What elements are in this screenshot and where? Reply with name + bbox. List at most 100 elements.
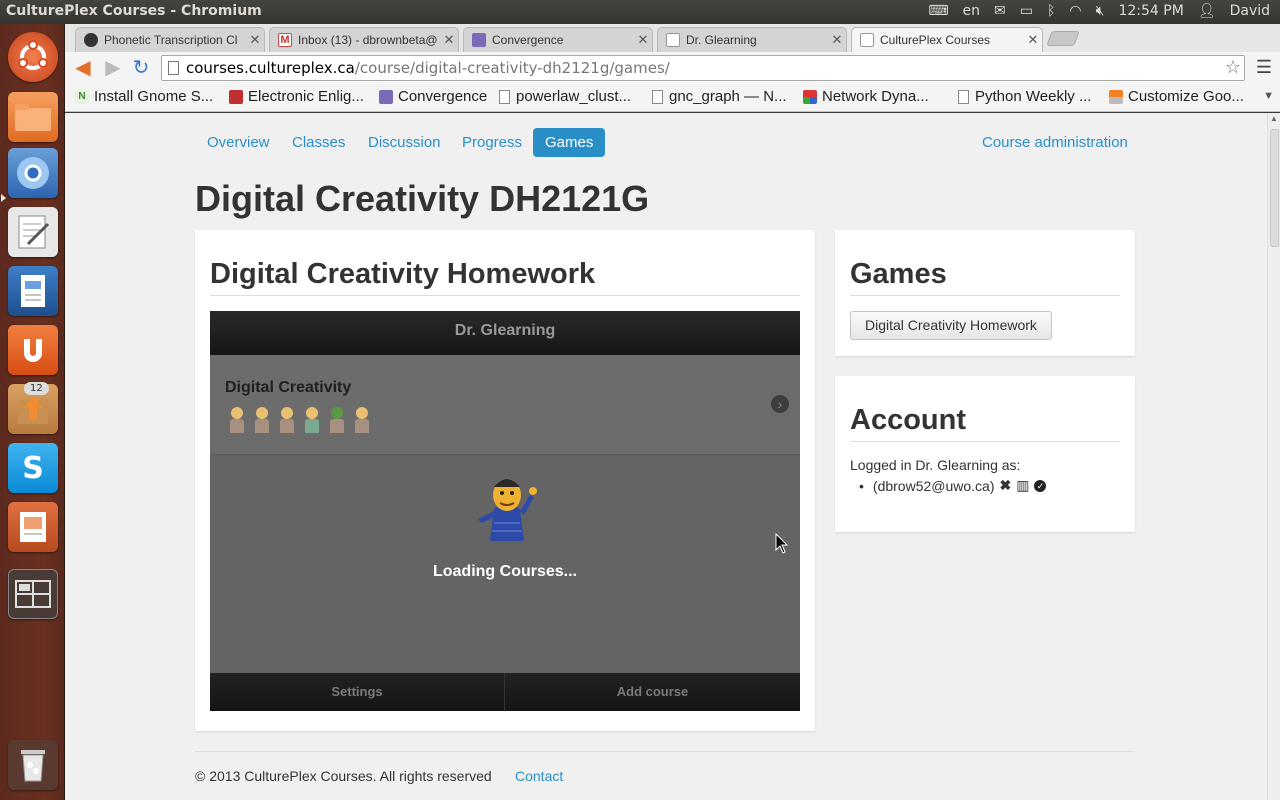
- doc-icon: [499, 89, 510, 104]
- github-icon: [84, 33, 98, 47]
- close-icon[interactable]: ✕: [440, 32, 458, 48]
- account-email: (dbrow52@uwo.ca): [872, 477, 995, 494]
- panel-heading: Account: [850, 404, 966, 436]
- ubuntu-dash-icon[interactable]: [8, 32, 58, 82]
- close-icon[interactable]: ✕: [1024, 32, 1042, 48]
- avatar: [252, 407, 272, 433]
- tab-discussion[interactable]: Discussion: [356, 128, 453, 157]
- tab-convergence[interactable]: Convergence ✕: [463, 27, 653, 52]
- user-icon[interactable]: 👤︎: [1198, 3, 1216, 19]
- bookmark-label: Convergence: [398, 88, 488, 105]
- bookmark-label: Install Gnome S...: [94, 88, 214, 105]
- scroll-thumb[interactable]: [1270, 129, 1279, 247]
- wifi-icon[interactable]: ◠: [1069, 3, 1081, 19]
- keyboard-icon[interactable]: ⌨: [928, 3, 948, 19]
- mail-icon[interactable]: ✉: [994, 3, 1006, 19]
- mascot-icon: [478, 479, 537, 541]
- game-footer: Settings Add course: [210, 673, 800, 711]
- reload-icon[interactable]: ↻: [129, 56, 153, 80]
- impress-icon[interactable]: [8, 502, 58, 552]
- bookmark-star-icon[interactable]: ☆: [1225, 56, 1241, 80]
- top-panel: CulturePlex Courses - Chromium ⌨ en ✉ ▭ …: [0, 0, 1280, 24]
- chevron-right-icon[interactable]: ›: [771, 395, 789, 413]
- add-course-button[interactable]: Add course: [505, 673, 800, 711]
- remove-icon[interactable]: ✖: [1000, 477, 1012, 494]
- back-arrow-icon[interactable]: ◀: [71, 56, 95, 80]
- skype-icon[interactable]: S: [8, 443, 58, 493]
- page-content: Overview Classes Discussion Progress Gam…: [65, 113, 1267, 800]
- workspace-switcher-icon[interactable]: [8, 569, 58, 619]
- address-bar[interactable]: courses.cultureplex.ca/course/digital-cr…: [161, 55, 1245, 81]
- chevron-down-icon[interactable]: ▼: [1263, 90, 1274, 102]
- tab-progress[interactable]: Progress: [450, 128, 534, 157]
- bookmark-item[interactable]: powerlaw_clust...: [499, 88, 631, 105]
- trash-icon[interactable]: [8, 740, 58, 790]
- tab-inbox[interactable]: M Inbox (13) - dbrownbeta@ ✕: [269, 27, 459, 52]
- divider: [210, 295, 800, 296]
- account-identity: • (dbrow52@uwo.ca) ✖ ▥ ✓: [859, 477, 1047, 494]
- user-name[interactable]: David: [1230, 3, 1270, 19]
- battery-icon[interactable]: ▭: [1020, 3, 1033, 19]
- close-icon[interactable]: ✕: [634, 32, 652, 48]
- text-editor-icon[interactable]: [8, 207, 58, 257]
- bookmark-item[interactable]: N Install Gnome S...: [75, 88, 213, 105]
- divider: [850, 295, 1120, 296]
- unity-launcher: 12 S: [0, 24, 65, 800]
- game-header: Dr. Glearning: [210, 311, 800, 355]
- new-tab-button[interactable]: [1046, 31, 1080, 46]
- forward-arrow-icon[interactable]: ▶: [101, 56, 125, 80]
- bookmark-item[interactable]: gnc_graph — N...: [652, 88, 787, 105]
- bookmark-label: Electronic Enlig...: [248, 88, 364, 105]
- writer-icon[interactable]: [8, 266, 58, 316]
- tab-phonetic[interactable]: Phonetic Transcription Cl ✕: [75, 27, 265, 52]
- settings-button[interactable]: Settings: [210, 673, 505, 711]
- url-host: courses.cultureplex.ca: [186, 59, 355, 77]
- bookmark-item[interactable]: Convergence: [379, 88, 487, 105]
- digital-creativity-homework-button[interactable]: Digital Creativity Homework: [850, 311, 1052, 340]
- scroll-up-icon[interactable]: ▲: [1270, 114, 1278, 123]
- ubuntu-software-center-icon[interactable]: [8, 325, 58, 375]
- course-row[interactable]: Digital Creativity ›: [210, 355, 800, 455]
- close-icon[interactable]: ✕: [828, 32, 846, 48]
- avatar: [277, 407, 297, 433]
- keyboard-layout[interactable]: en: [963, 3, 981, 19]
- mouse-cursor-icon: [775, 533, 789, 554]
- verified-icon[interactable]: ✓: [1034, 479, 1047, 492]
- bookmark-label: Customize Goo...: [1128, 88, 1244, 105]
- clock[interactable]: 12:54 PM: [1118, 3, 1183, 19]
- homework-panel: Digital Creativity Homework Dr. Glearnin…: [195, 230, 815, 731]
- game-embed[interactable]: Dr. Glearning Digital Creativity › Loadi…: [210, 311, 800, 711]
- network-icon: [803, 89, 817, 104]
- files-icon[interactable]: [8, 92, 58, 142]
- tab-games[interactable]: Games: [533, 128, 606, 157]
- doc-icon: [958, 89, 969, 104]
- contact-link[interactable]: Contact: [515, 768, 563, 784]
- course-administration-link[interactable]: Course administration: [982, 128, 1128, 157]
- menu-icon[interactable]: ☰: [1256, 57, 1272, 78]
- bookmark-label: gnc_graph — N...: [669, 88, 787, 105]
- convergence-icon: [379, 89, 393, 104]
- panel-heading: Games: [850, 258, 947, 290]
- convergence-icon: [472, 33, 486, 47]
- tab-cultureplex[interactable]: CulturePlex Courses ✕: [851, 27, 1043, 52]
- bookmark-item[interactable]: Electronic Enlig...: [229, 88, 364, 105]
- volume-muted-icon[interactable]: 🔇︎: [1096, 3, 1105, 19]
- page-title: Digital Creativity DH2121G: [195, 178, 650, 219]
- tab-label: Phonetic Transcription Cl: [104, 33, 238, 47]
- course-row-title: Digital Creativity: [225, 379, 352, 396]
- stackoverflow-icon: [1109, 89, 1123, 104]
- tab-classes[interactable]: Classes: [280, 128, 357, 157]
- tab-overview[interactable]: Overview: [195, 128, 282, 157]
- bluetooth-icon[interactable]: ᛒ: [1047, 3, 1055, 19]
- indicator-area: ⌨ en ✉ ▭ ᛒ ◠ 🔇︎ 12:54 PM 👤︎ David: [928, 3, 1270, 19]
- tab-dr-glearning[interactable]: Dr. Glearning ✕: [657, 27, 847, 52]
- bookmark-item[interactable]: Customize Goo...: [1109, 88, 1244, 105]
- graduate-avatar: [327, 407, 347, 433]
- bookmark-item[interactable]: Python Weekly ...: [958, 88, 1091, 105]
- close-icon[interactable]: ✕: [246, 32, 264, 48]
- bookmark-item[interactable]: Network Dyna...: [803, 88, 929, 105]
- barcode-icon[interactable]: ▥: [1016, 477, 1029, 494]
- scrollbar[interactable]: ▲: [1267, 113, 1280, 800]
- chromium-icon[interactable]: [8, 148, 58, 198]
- games-panel: Games Digital Creativity Homework: [835, 230, 1135, 356]
